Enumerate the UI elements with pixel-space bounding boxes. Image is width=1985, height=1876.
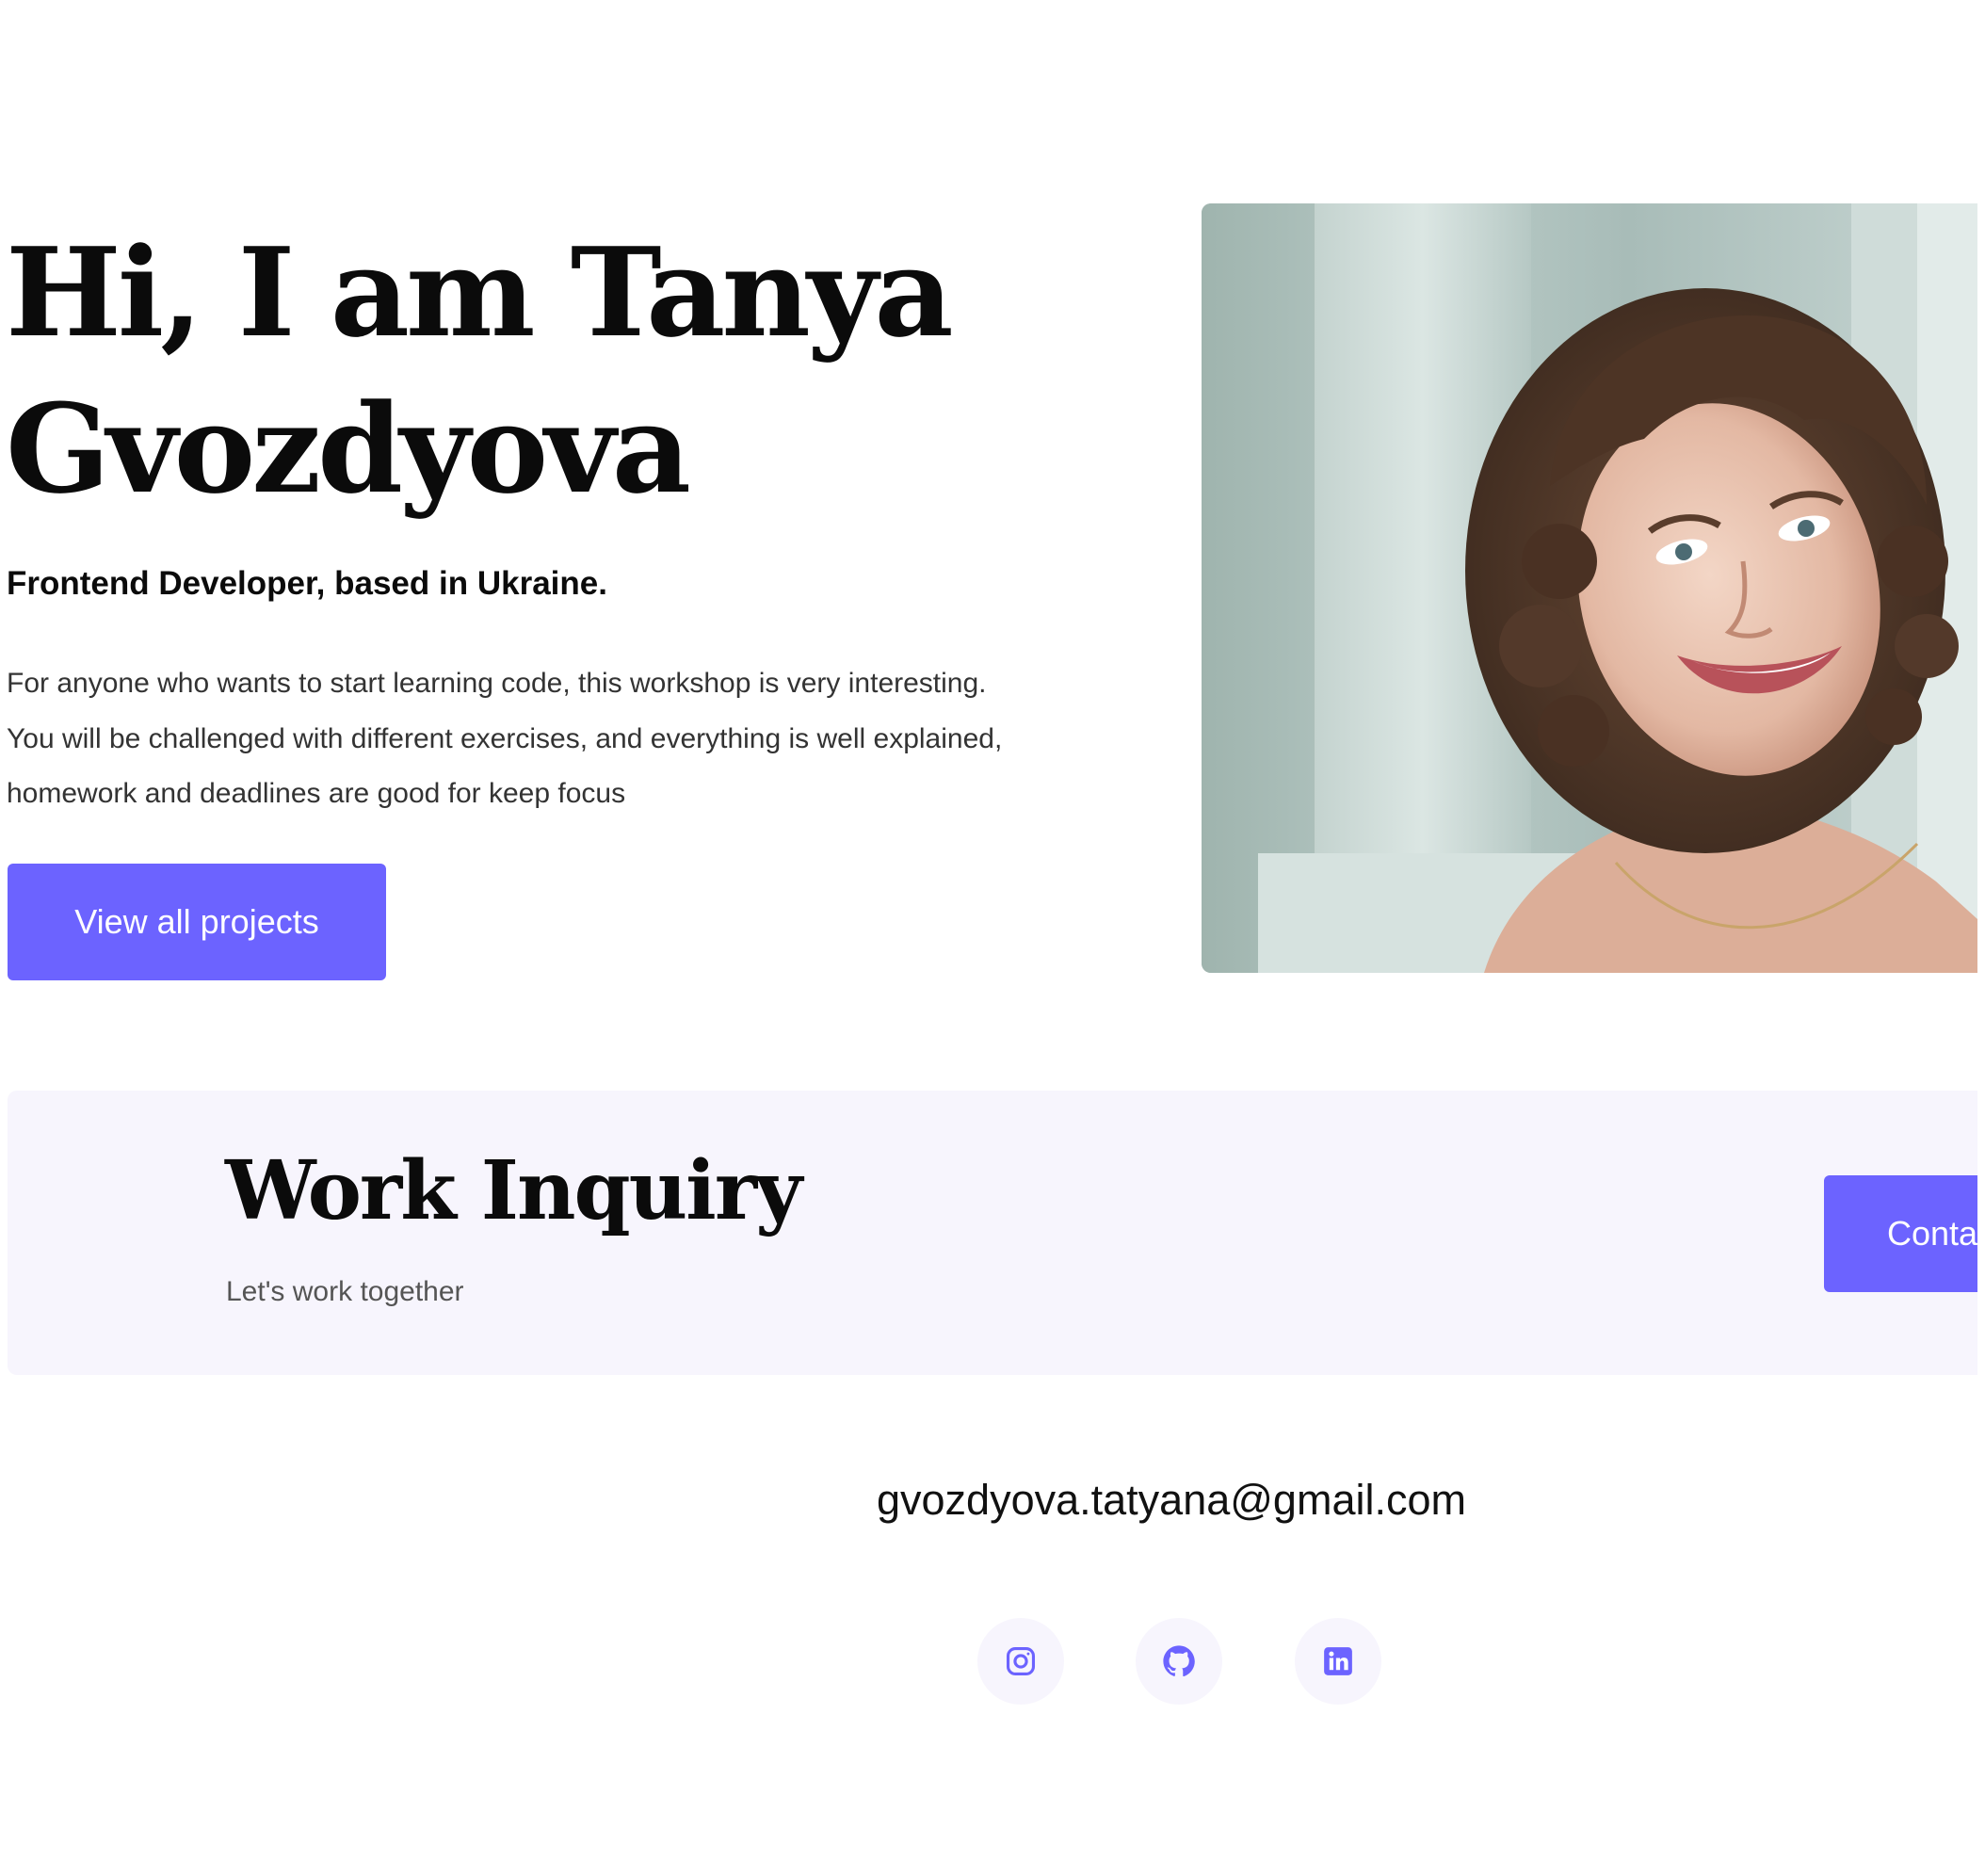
linkedin-link[interactable] <box>1295 1618 1381 1705</box>
hero-description: For anyone who wants to start learning c… <box>7 668 1003 809</box>
hero-subtitle: Frontend Developer, based in Ukraine. <box>7 565 607 602</box>
email-link[interactable]: gvozdyova.tatyana@gmail.com <box>877 1474 1466 1527</box>
work-inquiry-title: Work Inquiry <box>225 1143 802 1238</box>
linkedin-icon <box>1324 1647 1352 1675</box>
github-link[interactable] <box>1136 1618 1222 1705</box>
hero-title: Hi, I am Tanya Gvozdyova <box>6 220 954 521</box>
instagram-icon <box>1006 1646 1036 1676</box>
github-icon <box>1163 1645 1195 1677</box>
instagram-link[interactable] <box>977 1618 1064 1705</box>
profile-photo <box>1202 203 1977 973</box>
work-inquiry-section: Work Inquiry Let's work together Contact <box>8 1091 1977 1375</box>
work-inquiry-subtitle: Let's work together <box>226 1276 464 1307</box>
view-all-projects-button[interactable]: View all projects <box>8 864 386 980</box>
contact-button[interactable]: Contact <box>1824 1175 1977 1292</box>
